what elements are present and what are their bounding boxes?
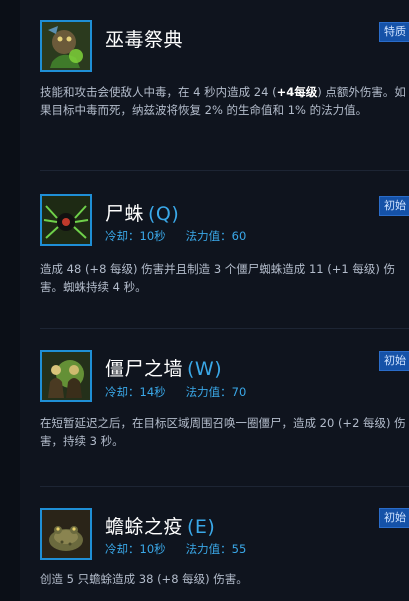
- ability-description: 技能和攻击会使敌人中毒，在 4 秒内造成 24 (+4每级) 点额外伤害。如果目…: [40, 83, 409, 119]
- ability-trait: 巫毒祭典 特质 技能和攻击会使敌人中毒，在 4 秒内造成 24 (+4每级) 点…: [40, 0, 409, 168]
- ability-stats: 冷却：10秒 法力值：55: [105, 541, 246, 557]
- cooldown-label: 冷却：: [105, 542, 140, 556]
- desc-text: 创造 5 只蟾蜍造成 38 (+8 每级) 伤害。: [40, 572, 248, 586]
- corpse-spiders-icon[interactable]: [40, 194, 92, 246]
- ability-stats: 冷却：10秒 法力值：60: [105, 228, 246, 244]
- mana-value: 70: [231, 385, 247, 399]
- cooldown-value: 14秒: [139, 385, 166, 399]
- ability-name: 僵尸之墙 (W): [105, 354, 222, 381]
- ability-name-text: 蟾蜍之疫: [105, 516, 184, 538]
- desc-text: 造成 48 (+8 每级) 伤害并且制造 3 个僵尸蜘蛛造成 11 (+1 每级…: [40, 262, 395, 294]
- ability-e: 蟾蜍之疫 (E) 初始 冷却：10秒 法力值：55 创造 5 只蟾蜍造成 38 (+…: [40, 486, 409, 601]
- ability-description: 创造 5 只蟾蜍造成 38 (+8 每级) 伤害。: [40, 570, 409, 588]
- cooldown-value: 10秒: [139, 229, 166, 243]
- desc-text: 在短暂延迟之后，在目标区域周围召唤一圈僵尸，造成 20 (+2 每级) 伤害，持…: [40, 416, 406, 448]
- ability-hotkey: (W): [187, 358, 223, 380]
- ability-hotkey: (Q): [148, 203, 180, 225]
- plague-of-toads-icon[interactable]: [40, 508, 92, 560]
- voodoo-ritual-icon[interactable]: [40, 20, 92, 72]
- ability-name: 巫毒祭典: [105, 25, 183, 52]
- ability-badge: 初始: [379, 196, 409, 216]
- ability-badge: 特质: [379, 22, 409, 42]
- ability-name: 蟾蜍之疫 (E): [105, 512, 215, 539]
- cooldown-label: 冷却：: [105, 229, 140, 243]
- ability-name-text: 尸蛛: [105, 203, 145, 225]
- cooldown-value: 10秒: [139, 542, 166, 556]
- abilities-panel: 巫毒祭典 特质 技能和攻击会使敌人中毒，在 4 秒内造成 24 (+4每级) 点…: [20, 0, 409, 601]
- ability-stats: 冷却：14秒 法力值：70: [105, 384, 246, 400]
- desc-text: 技能和攻击会使敌人中毒，在 4 秒内造成 24 (: [40, 85, 277, 99]
- mana-label: 法力值：: [185, 229, 232, 243]
- ability-description: 在短暂延迟之后，在目标区域周围召唤一圈僵尸，造成 20 (+2 每级) 伤害，持…: [40, 414, 409, 450]
- cooldown-label: 冷却：: [105, 385, 140, 399]
- ability-w: 僵尸之墙 (W) 初始 冷却：14秒 法力值：70 在短暂延迟之后，在目标区域周围召…: [40, 328, 409, 486]
- ability-q: 尸蛛 (Q) 初始 冷却：10秒 法力值：60 造成 48 (+8 每级) 伤害并且…: [40, 170, 409, 328]
- mana-label: 法力值：: [185, 385, 232, 399]
- zombie-wall-icon[interactable]: [40, 350, 92, 402]
- ability-name-text: 巫毒祭典: [105, 29, 184, 51]
- ability-name: 尸蛛 (Q): [105, 199, 179, 226]
- ability-name-text: 僵尸之墙: [105, 358, 184, 380]
- ability-badge: 初始: [379, 508, 409, 528]
- ability-description: 造成 48 (+8 每级) 伤害并且制造 3 个僵尸蜘蛛造成 11 (+1 每级…: [40, 260, 409, 296]
- ability-badge: 初始: [379, 351, 409, 371]
- mana-value: 60: [231, 229, 247, 243]
- mana-label: 法力值：: [185, 542, 232, 556]
- desc-highlight: +4每级: [276, 85, 318, 99]
- ability-hotkey: (E): [187, 516, 216, 538]
- mana-value: 55: [231, 542, 247, 556]
